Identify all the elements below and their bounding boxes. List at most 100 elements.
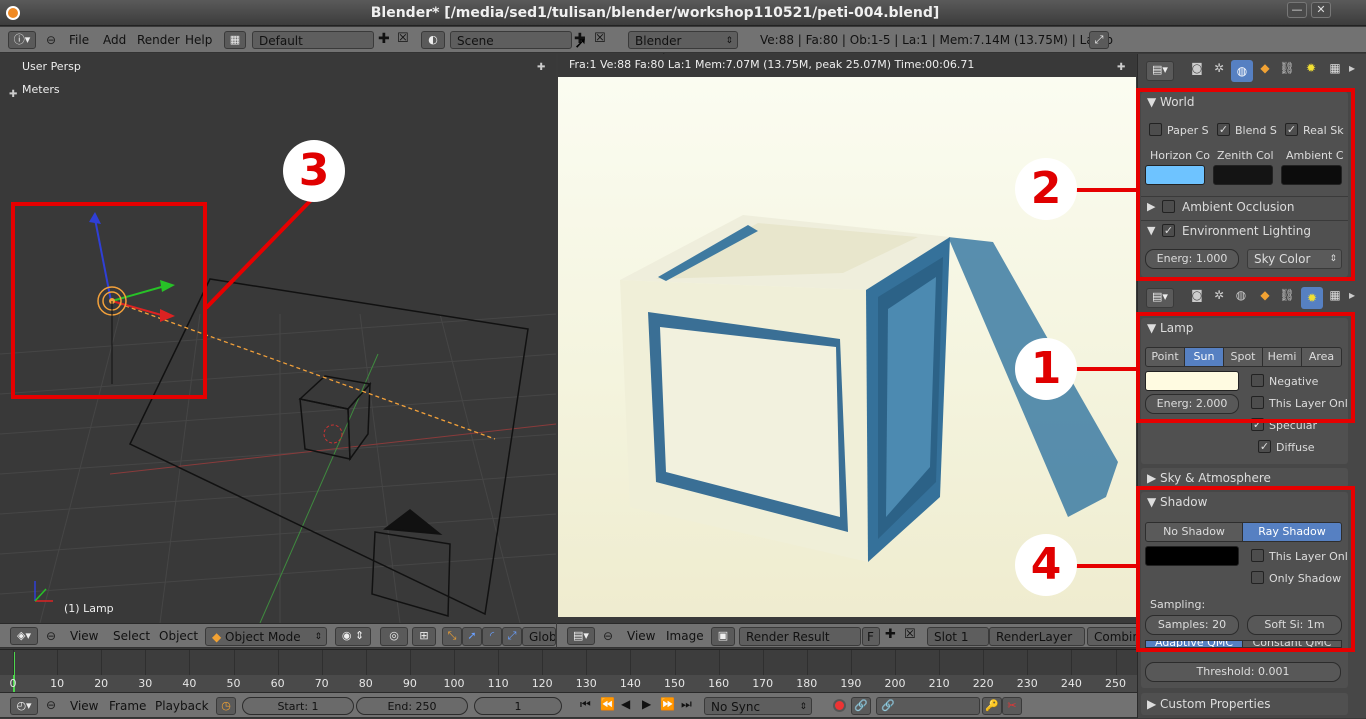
object-tab-icon[interactable]: ◆: [1255, 288, 1275, 308]
render-info-text: Fra:1 Ve:88 Fa:80 La:1 Mem:7.07M (13.75M…: [569, 58, 975, 71]
constraints-tab-icon[interactable]: ⛓: [1277, 61, 1297, 81]
translate-icon[interactable]: ⤡: [442, 627, 462, 646]
texture-tab-icon[interactable]: ▦: [1325, 61, 1345, 81]
properties-type-icon[interactable]: ▤▾: [1146, 288, 1174, 308]
menu-select[interactable]: Select: [113, 624, 150, 649]
timeline-tick-label: 80: [358, 677, 373, 690]
menu-image[interactable]: Image: [666, 624, 704, 647]
scene-field[interactable]: Scene: [450, 31, 572, 49]
diffuse-checkbox[interactable]: ✓: [1258, 440, 1271, 453]
timeline[interactable]: 0 10 20 30 40 50 60 70 80 90 100 110 120 130 140 150 160…: [0, 649, 1137, 692]
editor-type-image-icon[interactable]: ▤▾: [567, 627, 595, 645]
close-button[interactable]: ✕: [1311, 2, 1331, 18]
timeline-tick-line: [277, 650, 279, 675]
render-corner-plus-icon[interactable]: ✚: [1117, 62, 1125, 73]
add-screen-icon[interactable]: ✚: [378, 31, 390, 47]
menu-file[interactable]: File: [69, 27, 89, 53]
editor-type-3d-icon[interactable]: ◈▾: [10, 627, 38, 645]
screen-layout-icon[interactable]: ▦: [224, 31, 246, 49]
fullscreen-icon[interactable]: ⤢: [1089, 31, 1109, 49]
menu-object[interactable]: Object: [159, 624, 198, 649]
scene-icon[interactable]: ◐: [421, 31, 445, 49]
scale-icon[interactable]: ⤢: [502, 627, 522, 646]
add-image-icon[interactable]: ✚: [885, 627, 896, 642]
render-engine-select[interactable]: Blender Render⇕: [628, 31, 738, 66]
lamp-data-tab-icon[interactable]: ✹: [1301, 287, 1323, 309]
next-keyframe-icon[interactable]: ⏩: [660, 697, 675, 711]
scene-tab-icon[interactable]: ✲: [1209, 288, 1229, 308]
threshold-field[interactable]: Threshold: 0.001: [1145, 662, 1341, 682]
data-tab-icon[interactable]: ✹: [1301, 61, 1321, 81]
editor-type-timeline-icon[interactable]: ◴▾: [10, 697, 38, 715]
shading-select-icon[interactable]: ◉ ⇕: [335, 627, 371, 646]
texture-tab-icon[interactable]: ▦: [1325, 288, 1345, 308]
keying-set-icon[interactable]: 🔗: [851, 697, 871, 715]
record-icon[interactable]: [833, 699, 846, 712]
properties-type-icon[interactable]: ▤▾: [1146, 61, 1174, 81]
start-frame-field[interactable]: Start: 1: [242, 697, 354, 715]
constraints-tab-icon[interactable]: ⛓: [1277, 288, 1297, 308]
move-icon[interactable]: ➚: [462, 627, 482, 646]
manipulator-icon[interactable]: ⊞: [412, 627, 436, 646]
diffuse-label: Diffuse: [1276, 441, 1315, 454]
image-browse-icon[interactable]: ▣: [711, 627, 735, 646]
view-corner-plus-icon[interactable]: ✚: [537, 62, 545, 73]
menu-frame[interactable]: Frame: [109, 693, 146, 719]
timeline-tick-line: [233, 650, 235, 675]
scroll-arrow-icon[interactable]: ▸: [1349, 61, 1355, 75]
collapse-menu-icon[interactable]: ⊖: [46, 629, 56, 643]
collapse-menu-icon[interactable]: ⊖: [46, 33, 56, 47]
scroll-arrow-icon[interactable]: ▸: [1349, 288, 1355, 302]
world-tab-icon[interactable]: ◍: [1231, 288, 1251, 308]
render-pass-select[interactable]: Combine: [1087, 627, 1137, 646]
fake-user-button[interactable]: F: [862, 627, 880, 646]
image-name-field[interactable]: Render Result: [739, 627, 861, 646]
rotate-icon[interactable]: ◜: [482, 627, 502, 646]
menu-playback[interactable]: Playback: [155, 693, 209, 719]
menu-view[interactable]: View: [70, 693, 98, 719]
orientation-select[interactable]: Globa: [522, 627, 556, 646]
menu-view[interactable]: View: [627, 624, 655, 647]
play-reverse-icon[interactable]: ◀: [621, 697, 630, 711]
world-tab-icon[interactable]: ◍: [1231, 60, 1253, 82]
scene-tab-icon[interactable]: ✲: [1209, 61, 1229, 81]
play-icon[interactable]: ▶: [642, 697, 651, 711]
prev-keyframe-icon[interactable]: ⏪: [600, 697, 615, 711]
render-tab-icon[interactable]: ◙: [1187, 288, 1207, 308]
menu-view[interactable]: View: [70, 624, 98, 649]
insert-keyframe-icon[interactable]: 🔑: [982, 697, 1002, 715]
screen-layout-field[interactable]: Default: [252, 31, 374, 49]
menu-render[interactable]: Render: [137, 27, 180, 53]
custom-properties-header[interactable]: ▶ Custom Properties: [1147, 697, 1270, 711]
collapse-menu-icon[interactable]: ⊖: [46, 698, 56, 712]
preview-range-icon[interactable]: ◷: [216, 697, 236, 715]
sky-atmosphere-header[interactable]: ▶ Sky & Atmosphere: [1147, 471, 1271, 485]
jump-end-icon[interactable]: ⏭: [681, 697, 692, 712]
keying-set-field-icon[interactable]: 🔗: [876, 697, 980, 715]
minimize-button[interactable]: —: [1287, 2, 1307, 18]
end-frame-field[interactable]: End: 250: [356, 697, 468, 715]
mode-select[interactable]: ◆ Object Mode ⇕: [205, 627, 327, 646]
sync-select[interactable]: No Sync ⇕: [704, 697, 812, 715]
menu-add[interactable]: Add: [103, 27, 126, 53]
timeline-tick-line: [983, 650, 985, 675]
delete-keyframe-icon[interactable]: ✂: [1002, 697, 1022, 715]
properties-toggle-icon[interactable]: ✚: [9, 89, 17, 100]
render-layer-select[interactable]: RenderLayer: [989, 627, 1085, 646]
slot-select[interactable]: Slot 1: [927, 627, 989, 646]
render-tab-icon[interactable]: ◙: [1187, 61, 1207, 81]
remove-screen-icon[interactable]: ☒: [397, 31, 409, 46]
current-frame-field[interactable]: 1: [474, 697, 562, 715]
custom-properties-panel[interactable]: ▶ Custom Properties: [1141, 693, 1348, 715]
remove-scene-icon[interactable]: ☒: [594, 31, 606, 46]
collapse-menu-icon[interactable]: ⊖: [603, 629, 613, 643]
object-tab-icon[interactable]: ◆: [1255, 61, 1275, 81]
jump-start-icon[interactable]: ⏮: [580, 697, 591, 712]
sky-atmosphere-panel[interactable]: ▶ Sky & Atmosphere: [1141, 468, 1348, 488]
editor-type-info-icon[interactable]: ⓘ▾: [8, 31, 36, 49]
timeline-header: ◴▾ ⊖ View Frame Playback ◷ Start: 1 End:…: [0, 692, 1137, 718]
menu-help[interactable]: Help: [185, 27, 212, 53]
timeline-tick-label: 220: [972, 677, 994, 690]
pivot-icon[interactable]: ◎: [380, 627, 408, 646]
remove-image-icon[interactable]: ☒: [904, 627, 916, 642]
